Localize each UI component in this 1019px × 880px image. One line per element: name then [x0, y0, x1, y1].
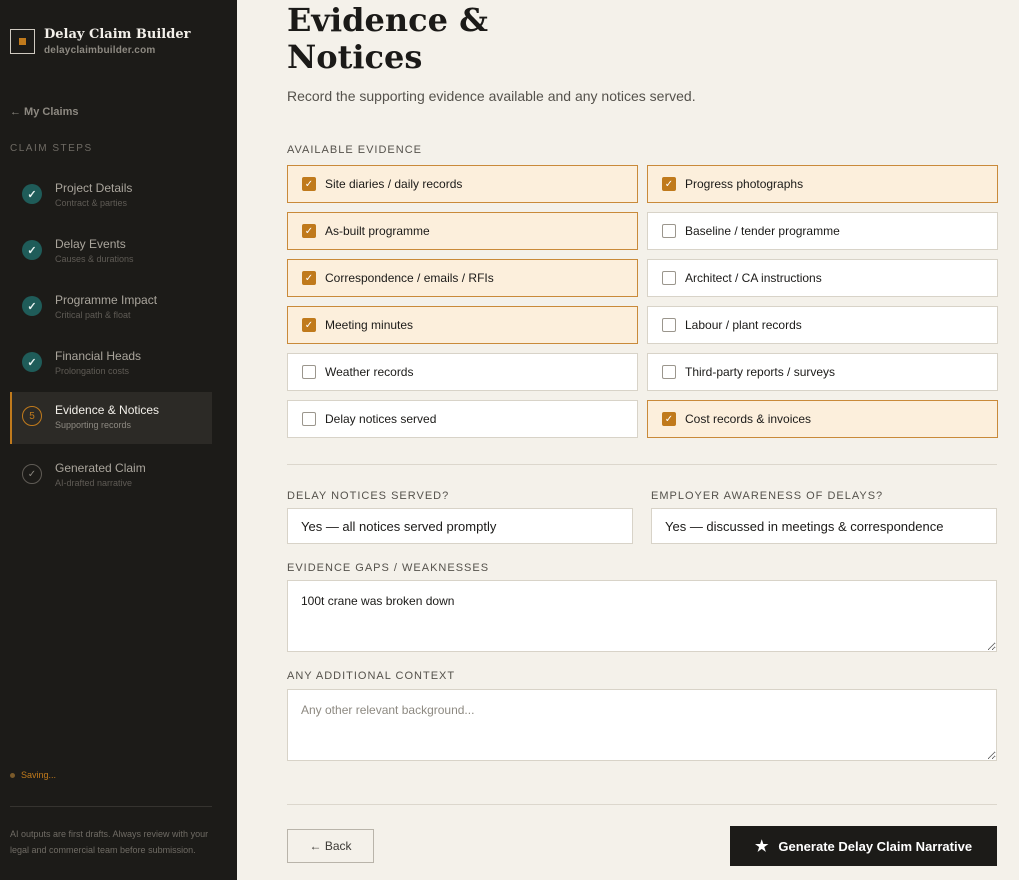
step-evidence-notices[interactable]: 5 Evidence & Notices Supporting records	[10, 392, 212, 444]
evidence-option[interactable]: Delay notices served	[287, 400, 638, 438]
checkbox-icon[interactable]: ✓	[662, 177, 676, 191]
page-subtitle: Record the supporting evidence available…	[287, 88, 696, 104]
step-project-details[interactable]: ✓ Project Details Contract & parties	[10, 170, 212, 222]
brand-name: Delay Claim Builder	[44, 27, 191, 42]
step-subtitle: Causes & durations	[55, 254, 134, 264]
step-subtitle: Contract & parties	[55, 198, 128, 208]
back-button[interactable]: ← Back	[287, 829, 374, 863]
evidence-option[interactable]: Labour / plant records	[647, 306, 998, 344]
checkbox-icon[interactable]: ✓	[302, 224, 316, 238]
step-financial-heads[interactable]: ✓ Financial Heads Prolongation costs	[10, 338, 212, 390]
evidence-option[interactable]: ✓ As-built programme	[287, 212, 638, 250]
check-icon: ✓	[22, 464, 42, 484]
evidence-option[interactable]: Architect / CA instructions	[647, 259, 998, 297]
saving-text: Saving...	[21, 770, 57, 780]
step-title: Programme Impact	[55, 293, 158, 307]
evidence-label: Delay notices served	[325, 412, 437, 426]
step-delay-events[interactable]: ✓ Delay Events Causes & durations	[10, 226, 212, 278]
step-title: Evidence & Notices	[55, 403, 160, 417]
check-icon: ✓	[22, 184, 42, 204]
checkbox-icon[interactable]: ✓	[662, 412, 676, 426]
evidence-label: Progress photographs	[685, 177, 804, 191]
step-title: Delay Events	[55, 237, 126, 251]
checkbox-icon[interactable]	[662, 271, 676, 285]
brand[interactable]: Delay Claim Builder delayclaimbuilder.co…	[10, 28, 190, 56]
step-number-badge: 5	[22, 406, 42, 426]
evidence-option[interactable]: Weather records	[287, 353, 638, 391]
my-claims-link[interactable]: ← My Claims	[10, 106, 78, 118]
available-evidence-label: AVAILABLE EVIDENCE	[287, 144, 422, 156]
evidence-label: Third-party reports / surveys	[685, 365, 836, 379]
evidence-option[interactable]: ✓ Correspondence / emails / RFIs	[287, 259, 638, 297]
evidence-option[interactable]: ✓ Cost records & invoices	[647, 400, 998, 438]
section-divider	[287, 464, 997, 465]
evidence-label: Architect / CA instructions	[685, 271, 822, 285]
notices-served-label: DELAY NOTICES SERVED?	[287, 490, 450, 502]
footer-divider	[287, 804, 997, 805]
evidence-label: As-built programme	[325, 224, 430, 238]
checkbox-icon[interactable]	[662, 365, 676, 379]
star-icon: ★	[754, 838, 769, 855]
checkbox-icon[interactable]: ✓	[302, 271, 316, 285]
claim-steps-heading: CLAIM STEPS	[10, 143, 93, 154]
evidence-label: Cost records & invoices	[685, 412, 812, 426]
evidence-option[interactable]: Baseline / tender programme	[647, 212, 998, 250]
evidence-option[interactable]: ✓ Progress photographs	[647, 165, 998, 203]
evidence-gaps-textarea[interactable]: 100t crane was broken down	[287, 580, 997, 652]
step-subtitle: AI-drafted narrative	[55, 478, 133, 488]
step-generated-claim[interactable]: ✓ Generated Claim AI-drafted narrative	[10, 450, 212, 502]
evidence-label: Baseline / tender programme	[685, 224, 840, 238]
step-subtitle: Critical path & float	[55, 310, 131, 320]
step-title: Financial Heads	[55, 349, 142, 363]
checkbox-icon[interactable]: ✓	[302, 177, 316, 191]
brand-logo-icon	[10, 29, 35, 54]
check-icon: ✓	[22, 352, 42, 372]
employer-awareness-input[interactable]	[651, 508, 997, 544]
sidebar: Delay Claim Builder delayclaimbuilder.co…	[0, 0, 237, 880]
checkbox-icon[interactable]	[302, 412, 316, 426]
checkbox-icon[interactable]	[302, 365, 316, 379]
evidence-label: Meeting minutes	[325, 318, 414, 332]
employer-awareness-label: EMPLOYER AWARENESS OF DELAYS?	[651, 490, 884, 502]
generate-label: Generate Delay Claim Narrative	[778, 838, 973, 854]
saving-status: Saving...	[10, 770, 56, 780]
step-title: Generated Claim	[55, 461, 146, 475]
check-icon: ✓	[22, 296, 42, 316]
evidence-option[interactable]: ✓ Meeting minutes	[287, 306, 638, 344]
status-dot-icon	[10, 772, 15, 778]
step-programme-impact[interactable]: ✓ Programme Impact Critical path & float	[10, 282, 212, 334]
checkbox-icon[interactable]	[662, 318, 676, 332]
page-title: Evidence & Notices	[287, 1, 489, 76]
check-icon: ✓	[22, 240, 42, 260]
evidence-option[interactable]: ✓ Site diaries / daily records	[287, 165, 638, 203]
generate-narrative-button[interactable]: ★ Generate Delay Claim Narrative	[730, 826, 997, 866]
disclaimer: AI outputs are first drafts. Always revi…	[10, 829, 209, 855]
notices-served-input[interactable]	[287, 508, 633, 544]
brand-url: delayclaimbuilder.com	[44, 45, 156, 56]
evidence-label: Site diaries / daily records	[325, 177, 463, 191]
additional-context-textarea[interactable]	[287, 689, 997, 761]
evidence-label: Correspondence / emails / RFIs	[325, 271, 494, 285]
sidebar-divider	[10, 806, 212, 807]
checkbox-icon[interactable]: ✓	[302, 318, 316, 332]
step-title: Project Details	[55, 181, 133, 195]
evidence-gaps-label: EVIDENCE GAPS / WEAKNESSES	[287, 562, 490, 574]
evidence-label: Labour / plant records	[685, 318, 802, 332]
evidence-option[interactable]: Third-party reports / surveys	[647, 353, 998, 391]
additional-context-label: ANY ADDITIONAL CONTEXT	[287, 670, 456, 682]
evidence-label: Weather records	[325, 365, 414, 379]
checkbox-icon[interactable]	[662, 224, 676, 238]
step-subtitle: Prolongation costs	[55, 366, 130, 376]
step-subtitle: Supporting records	[55, 420, 132, 430]
